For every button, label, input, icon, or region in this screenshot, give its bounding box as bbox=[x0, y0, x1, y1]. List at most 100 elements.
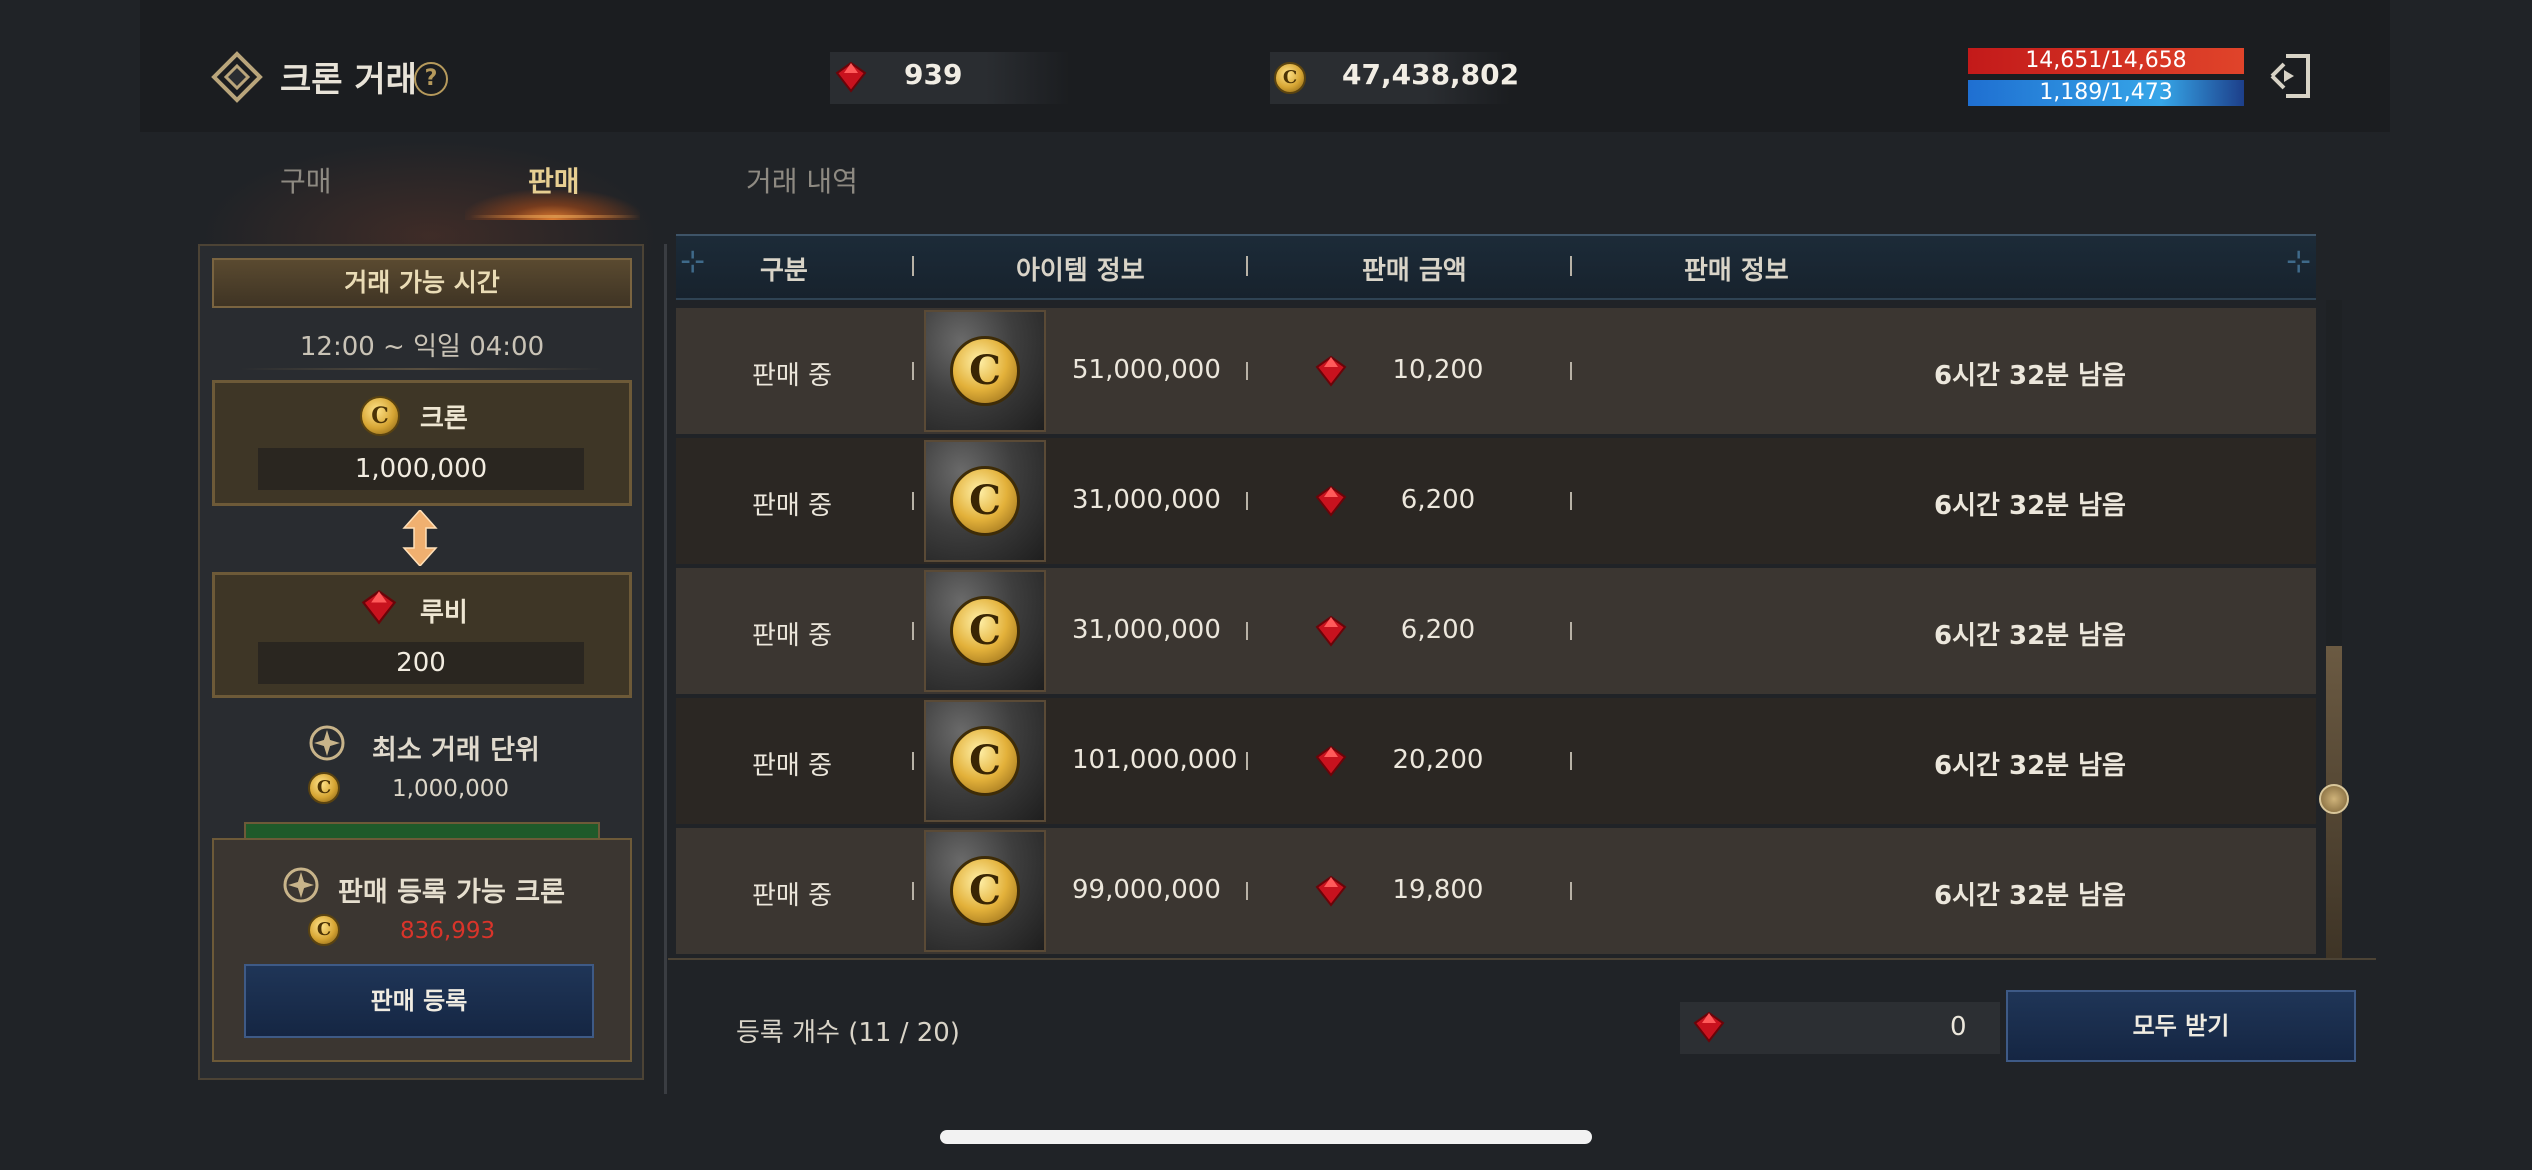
compass-emblem-icon bbox=[309, 725, 345, 761]
column-header-sale-price: 판매 금액 bbox=[1362, 256, 1467, 286]
sellable-kron-label: 판매 등록 가능 크론 bbox=[338, 877, 565, 908]
scrollbar-handle[interactable] bbox=[2319, 784, 2349, 814]
home-indicator[interactable] bbox=[940, 1130, 1592, 1144]
tab-history[interactable]: 거래 내역 bbox=[746, 160, 858, 200]
column-separator bbox=[912, 492, 914, 510]
column-separator bbox=[1570, 752, 1572, 770]
column-separator bbox=[912, 752, 914, 770]
column-separator bbox=[1246, 362, 1248, 380]
ruby-price: 20,200 bbox=[1392, 745, 1484, 775]
trade-time-title: 거래 가능 시간 bbox=[212, 258, 632, 308]
header-ornament-icon: ⊹ bbox=[2286, 244, 2312, 279]
divider bbox=[668, 958, 2376, 960]
kron-amount: 31,000,000 bbox=[1072, 485, 1221, 515]
time-remaining: 6시간 32분 남음 bbox=[1934, 621, 2126, 651]
ruby-balance: 939 bbox=[904, 58, 963, 91]
column-separator bbox=[1570, 256, 1572, 276]
time-remaining: 6시간 32분 남음 bbox=[1934, 881, 2126, 911]
column-header-sale-info: 판매 정보 bbox=[1684, 256, 1789, 286]
column-header-item-info: 아이템 정보 bbox=[1016, 256, 1145, 286]
tab-sell[interactable]: 판매 bbox=[528, 160, 580, 200]
active-tab-underline bbox=[470, 215, 640, 218]
divider bbox=[240, 368, 604, 370]
column-separator bbox=[1246, 256, 1248, 276]
register-sale-button[interactable]: 판매 등록 bbox=[244, 964, 594, 1038]
swap-arrow-icon bbox=[402, 510, 438, 566]
mp-text: 1,189/1,473 bbox=[2039, 80, 2173, 105]
compass-emblem-icon bbox=[283, 867, 319, 903]
kron-label: 크론 bbox=[420, 404, 468, 434]
ruby-icon bbox=[1315, 745, 1347, 777]
kron-coin-icon: C bbox=[308, 772, 340, 804]
kron-coin-icon: C bbox=[950, 856, 1020, 926]
column-separator bbox=[1246, 882, 1248, 900]
kron-amount: 99,000,000 bbox=[1072, 875, 1221, 905]
claim-all-button[interactable]: 모두 받기 bbox=[2006, 990, 2356, 1062]
kron-item-slot[interactable]: C bbox=[924, 310, 1046, 432]
hp-text: 14,651/14,658 bbox=[2025, 48, 2187, 73]
column-separator bbox=[912, 256, 914, 276]
kron-amount: 101,000,000 bbox=[1072, 745, 1238, 775]
ruby-price: 19,800 bbox=[1392, 875, 1484, 905]
kron-coin-icon: C bbox=[950, 336, 1020, 406]
column-separator bbox=[1570, 622, 1572, 640]
ruby-icon bbox=[361, 589, 397, 625]
column-separator bbox=[1246, 752, 1248, 770]
panel-divider bbox=[664, 244, 667, 1094]
kron-item-slot[interactable]: C bbox=[924, 830, 1046, 952]
column-header-category: 구분 bbox=[760, 256, 808, 286]
sale-status: 판매 중 bbox=[752, 491, 833, 521]
kron-coin-icon: C bbox=[950, 726, 1020, 796]
kron-item-slot[interactable]: C bbox=[924, 440, 1046, 562]
kron-amount: 51,000,000 bbox=[1072, 355, 1221, 385]
ruby-icon bbox=[1315, 485, 1347, 517]
kron-coin-icon: C bbox=[950, 596, 1020, 666]
mp-bar: 1,189/1,473 bbox=[1968, 80, 2244, 106]
ruby-price: 6,200 bbox=[1400, 615, 1476, 645]
ruby-icon bbox=[1315, 615, 1347, 647]
trade-emblem-icon bbox=[211, 51, 263, 103]
column-separator bbox=[1570, 882, 1572, 900]
sellable-kron-value: 836,993 bbox=[400, 918, 496, 944]
column-separator bbox=[1570, 492, 1572, 510]
exit-icon[interactable] bbox=[2268, 50, 2314, 102]
trade-time-value: 12:00 ~ 익일 04:00 bbox=[299, 332, 545, 362]
column-separator bbox=[1246, 492, 1248, 510]
time-remaining: 6시간 32분 남음 bbox=[1934, 491, 2126, 521]
hp-bar: 14,651/14,658 bbox=[1968, 48, 2244, 74]
time-remaining: 6시간 32분 남음 bbox=[1934, 361, 2126, 391]
ruby-icon bbox=[1315, 355, 1347, 387]
tab-buy[interactable]: 구매 bbox=[280, 160, 332, 200]
ruby-icon bbox=[1315, 875, 1347, 907]
column-separator bbox=[912, 882, 914, 900]
kron-rate-value: 1,000,000 bbox=[258, 448, 584, 490]
column-separator bbox=[1246, 622, 1248, 640]
sale-status: 판매 중 bbox=[752, 751, 833, 781]
kron-item-slot[interactable]: C bbox=[924, 570, 1046, 692]
ruby-icon bbox=[835, 61, 867, 93]
time-remaining: 6시간 32분 남음 bbox=[1934, 751, 2126, 781]
sale-status: 판매 중 bbox=[752, 621, 833, 651]
kron-amount: 31,000,000 bbox=[1072, 615, 1221, 645]
kron-coin-icon: C bbox=[950, 466, 1020, 536]
ruby-rate-value: 200 bbox=[258, 642, 584, 684]
kron-balance: 47,438,802 bbox=[1342, 58, 1520, 91]
help-icon[interactable]: ? bbox=[414, 62, 448, 96]
kron-coin-icon: C bbox=[360, 396, 400, 436]
kron-coin-icon: C bbox=[308, 914, 340, 946]
kron-item-slot[interactable]: C bbox=[924, 700, 1046, 822]
page-title: 크론 거래 bbox=[280, 60, 417, 100]
ruby-price: 6,200 bbox=[1400, 485, 1476, 515]
ruby-label: 루비 bbox=[420, 598, 468, 628]
claimable-ruby-amount: 0 bbox=[1950, 1012, 1967, 1042]
ruby-price: 10,200 bbox=[1392, 355, 1484, 385]
registered-count: 등록 개수 (11 / 20) bbox=[736, 1018, 960, 1048]
table-header bbox=[676, 234, 2316, 300]
sale-status: 판매 중 bbox=[752, 881, 833, 911]
column-separator bbox=[912, 362, 914, 380]
min-trade-unit-label: 최소 거래 단위 bbox=[372, 735, 540, 766]
column-separator bbox=[1570, 362, 1572, 380]
min-trade-unit-value: 1,000,000 bbox=[392, 776, 510, 802]
sale-status: 판매 중 bbox=[752, 361, 833, 391]
header-ornament-icon: ⊹ bbox=[680, 244, 706, 279]
